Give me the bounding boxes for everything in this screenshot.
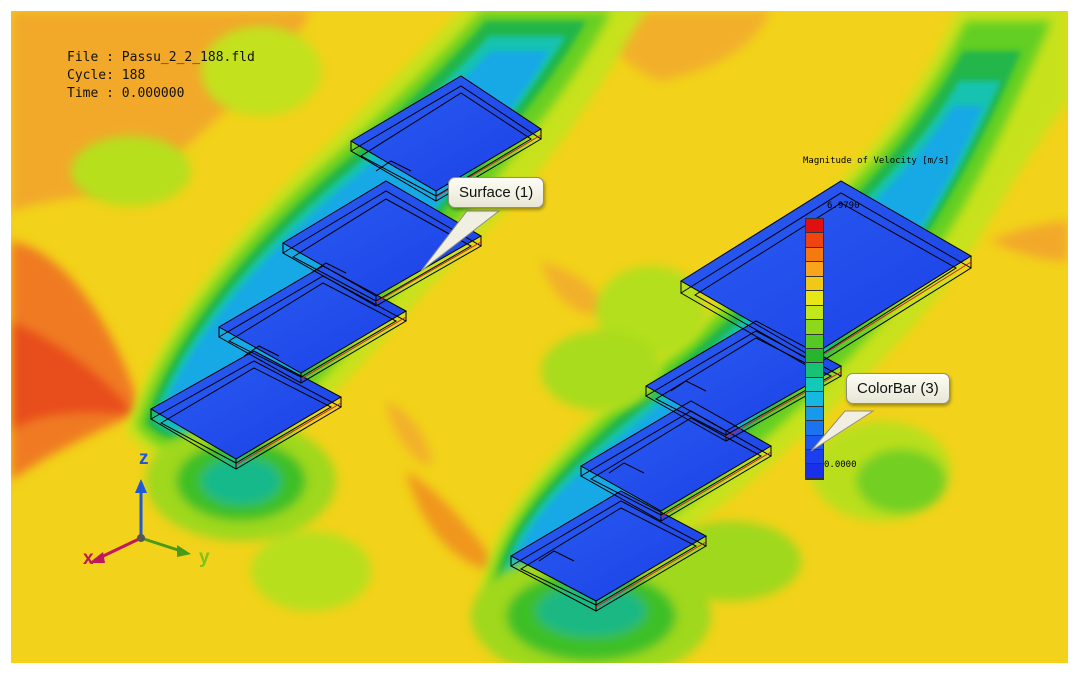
velocity-contour-plot <box>11 11 1068 663</box>
colorbar-swatch <box>806 291 823 306</box>
colorbar-swatch <box>806 276 823 292</box>
file-info: File : Passu_2_2_188.fld <box>67 50 255 65</box>
cycle-info: Cycle: 188 <box>67 68 146 83</box>
colorbar-swatch <box>806 348 823 364</box>
surface-callout[interactable]: Surface (1) <box>448 177 545 208</box>
colorbar-swatch <box>806 392 823 407</box>
colorbar-swatch <box>806 377 823 393</box>
colorbar[interactable] <box>805 218 824 480</box>
z-axis-label: z <box>139 448 149 469</box>
colorbar-swatch <box>806 363 823 378</box>
colorbar-callout[interactable]: ColorBar (3) <box>846 373 950 404</box>
colorbar-title: Magnitude of Velocity [m/s] <box>803 156 950 166</box>
x-axis-label: x <box>83 548 94 569</box>
colorbar-swatch <box>806 320 823 335</box>
colorbar-swatch <box>806 334 823 349</box>
colorbar-swatch <box>806 435 823 450</box>
colorbar-swatch <box>806 305 823 321</box>
colorbar-swatch <box>806 464 823 479</box>
colorbar-swatch <box>806 450 823 465</box>
colorbar-swatch <box>806 219 823 234</box>
colorbar-max-label: 6.9790 <box>827 201 860 211</box>
colorbar-swatch <box>806 233 823 248</box>
y-axis-label: y <box>199 547 210 568</box>
3d-viewport[interactable]: File : Passu_2_2_188.fld Cycle: 188 Time… <box>11 11 1068 663</box>
colorbar-swatch <box>806 421 823 436</box>
colorbar-swatch <box>806 247 823 263</box>
colorbar-swatch <box>806 262 823 277</box>
colorbar-swatch <box>806 406 823 422</box>
colorbar-min-label: 0.0000 <box>824 460 857 470</box>
time-info: Time : 0.000000 <box>67 86 185 101</box>
